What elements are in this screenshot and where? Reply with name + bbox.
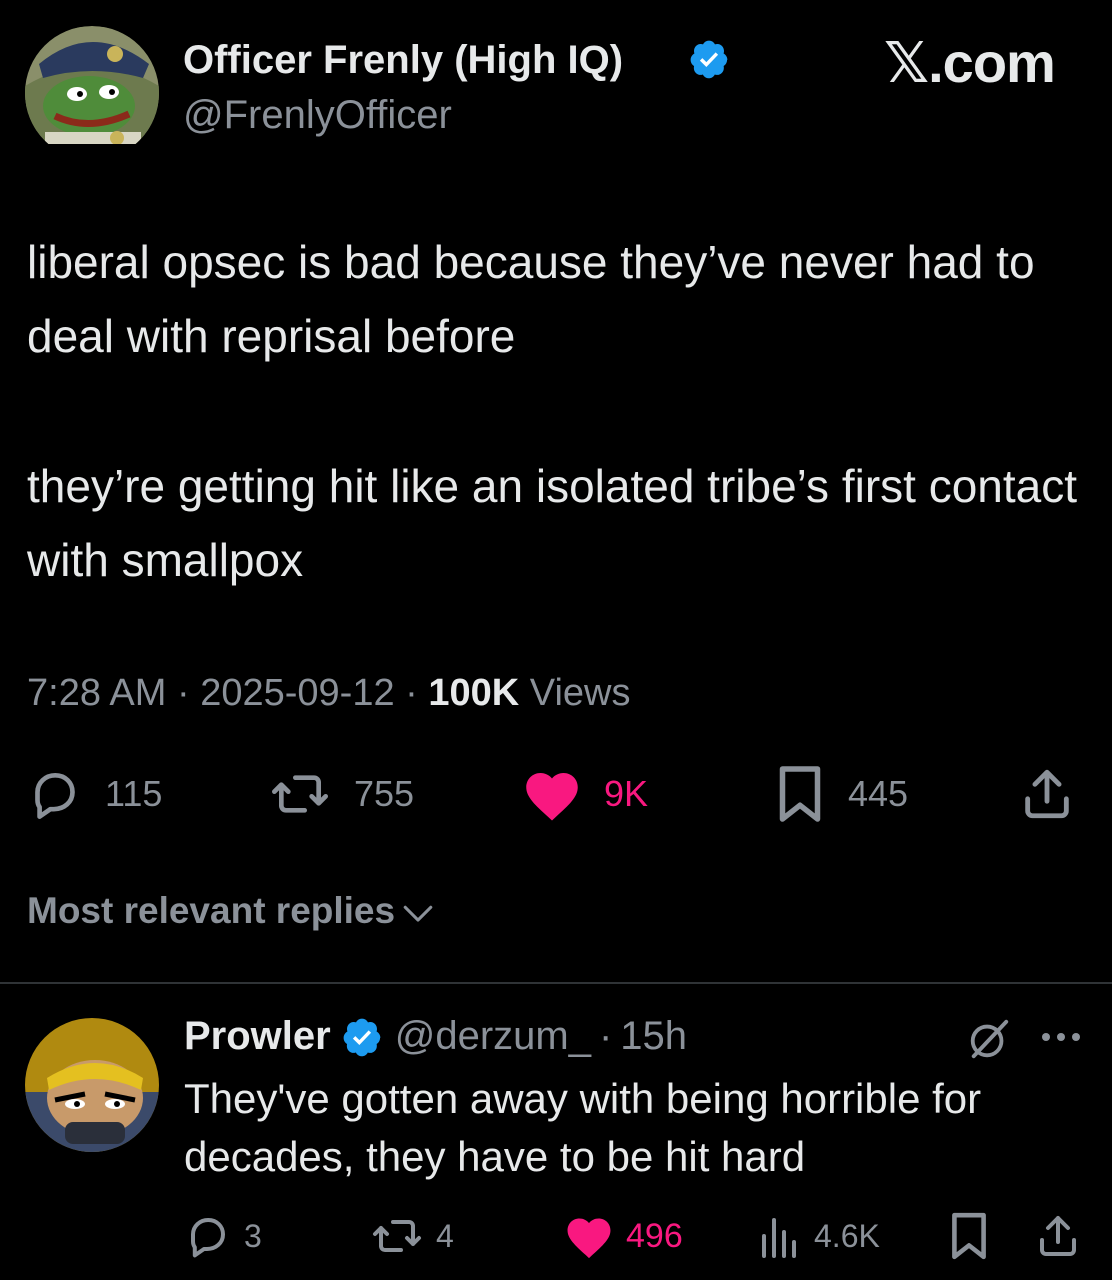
- views-icon: [762, 1218, 796, 1258]
- reply-repost-count: 4: [436, 1217, 454, 1254]
- repost-button[interactable]: 755: [268, 764, 414, 824]
- tweet-page: Officer Frenly (High IQ) @FrenlyOfficer …: [0, 0, 1112, 1280]
- bookmark-count: 445: [848, 773, 909, 814]
- tweet-meta: 7:28 AM · 2025-09-12 · 100K Views: [27, 672, 630, 715]
- verified-badge-icon: [690, 40, 728, 79]
- reply-header: Prowler @derzum_ · 15h: [184, 1014, 687, 1059]
- repost-icon: [272, 775, 328, 813]
- views-count: 100K: [428, 672, 520, 714]
- meta-separator: ·: [176, 672, 190, 714]
- like-count: 9K: [604, 773, 649, 814]
- reply-icon: [35, 773, 75, 819]
- tweet-time[interactable]: 7:28 AM: [27, 672, 166, 714]
- reply-author-avatar[interactable]: [25, 1018, 159, 1152]
- repost-icon: [373, 1220, 421, 1252]
- tweet-text: liberal opsec is bad because they’ve nev…: [27, 225, 1087, 597]
- bookmark-icon: [952, 1212, 986, 1260]
- tweet-text-paragraph: they’re getting hit like an isolated tri…: [27, 460, 1078, 586]
- replies-sort-dropdown[interactable]: Most relevant replies: [27, 890, 435, 932]
- reply-reply-button[interactable]: 3: [184, 1208, 262, 1264]
- heart-icon: [567, 1218, 611, 1259]
- reply-repost-button[interactable]: 4: [370, 1208, 454, 1264]
- reply-author-name[interactable]: Prowler: [184, 1014, 331, 1059]
- author-name[interactable]: Officer Frenly (High IQ): [183, 38, 623, 83]
- divider: [0, 982, 1112, 984]
- repost-count: 755: [354, 773, 415, 814]
- reply-text: They've gotten away with being horrible …: [184, 1075, 982, 1180]
- chevron-down-icon: [403, 905, 433, 922]
- bookmark-button[interactable]: 445: [774, 764, 908, 824]
- share-button[interactable]: [1018, 764, 1076, 824]
- replies-sort-label: Most relevant replies: [27, 890, 396, 931]
- heart-icon: [526, 773, 578, 821]
- reply-reply-count: 3: [244, 1217, 262, 1254]
- tweet-text-paragraph: liberal opsec is bad because they’ve nev…: [27, 236, 1035, 362]
- share-icon: [1025, 769, 1069, 819]
- more-icon[interactable]: [1040, 1030, 1082, 1044]
- xcom-logo: 𝕏.com: [884, 31, 1056, 94]
- grok-icon[interactable]: [966, 1016, 1012, 1062]
- reply-like-button[interactable]: 496: [564, 1208, 683, 1264]
- reply-views-button[interactable]: 4.6K: [758, 1208, 880, 1264]
- bookmark-icon: [779, 766, 821, 822]
- reply-author-handle[interactable]: @derzum_: [395, 1014, 591, 1059]
- reply-share-button[interactable]: [1034, 1208, 1082, 1264]
- reply-actions: 3 4 496 4.6K: [0, 1208, 1112, 1264]
- reply-like-count: 496: [626, 1216, 683, 1255]
- share-icon: [1040, 1216, 1076, 1256]
- reply-count: 115: [105, 773, 163, 814]
- verified-badge-icon: [343, 1018, 381, 1056]
- author-handle[interactable]: @FrenlyOfficer: [183, 93, 452, 138]
- views-label: Views: [529, 672, 631, 714]
- author-avatar[interactable]: [25, 26, 159, 144]
- tweet-actions: 115 755 9K 445: [0, 764, 1112, 824]
- tweet-date[interactable]: 2025-09-12: [200, 672, 394, 714]
- reply-bookmark-button[interactable]: [948, 1208, 990, 1264]
- like-button[interactable]: 9K: [522, 764, 648, 824]
- meta-separator: ·: [405, 672, 418, 714]
- reply-icon: [191, 1218, 225, 1258]
- reply-button[interactable]: 115: [27, 764, 162, 824]
- reply-time[interactable]: 15h: [620, 1014, 687, 1059]
- reply-views-count: 4.6K: [814, 1217, 880, 1254]
- meta-separator: ·: [598, 1014, 613, 1058]
